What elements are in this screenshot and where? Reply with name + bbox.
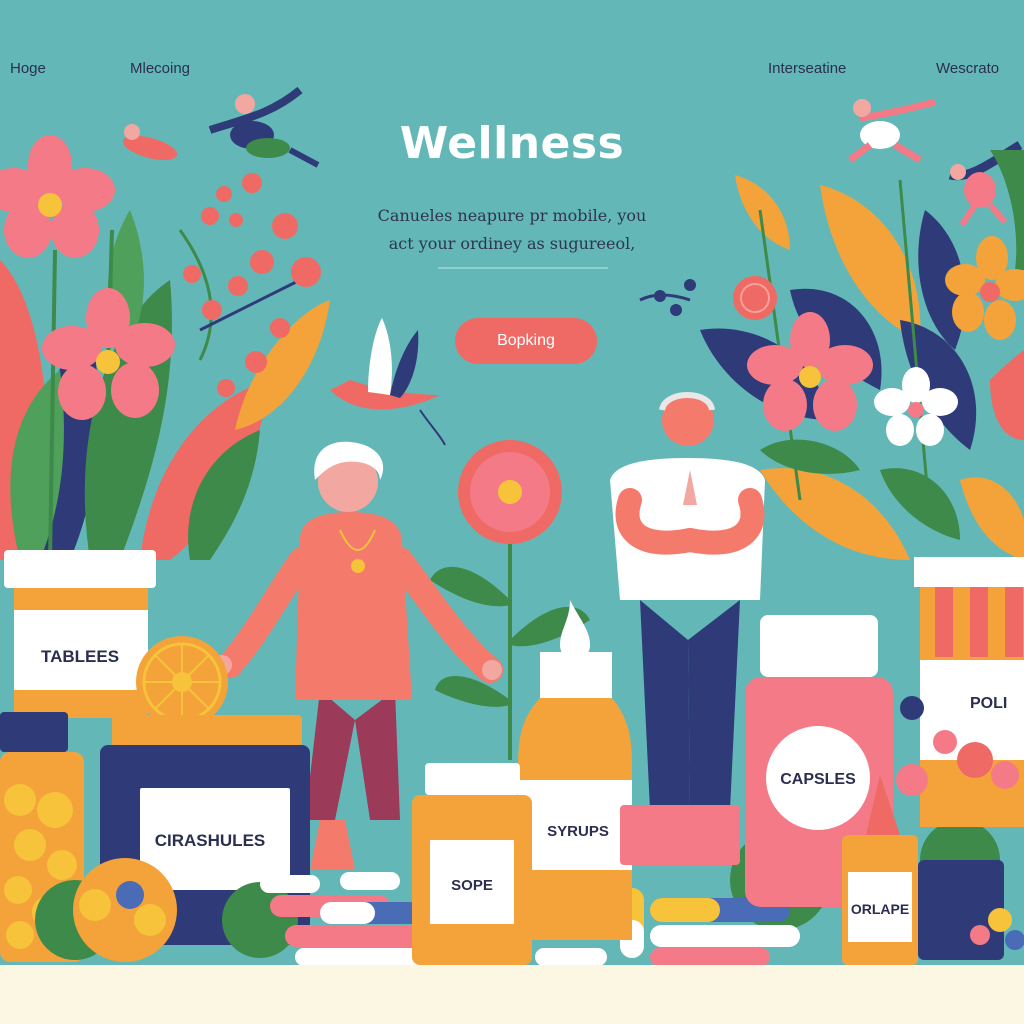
page-title: Wellness (399, 118, 625, 169)
syrup-bottle (518, 600, 632, 940)
orange-flower-right (945, 236, 1024, 340)
bird (330, 318, 446, 446)
tagline-line-2: act your ordiney as sugureeol, (388, 234, 636, 253)
soap-bottle (412, 763, 532, 965)
nav-item-interactive[interactable]: Interseatine (768, 60, 846, 77)
nav-item-wescrato[interactable]: Wescrato (936, 60, 999, 77)
hero-tagline: Canueles neapure pr mobile, you act your… (320, 202, 704, 258)
tagline-line-1: Canueles neapure pr mobile, you (377, 206, 647, 225)
hero-divider (438, 267, 608, 269)
supplement-ball (73, 858, 177, 962)
booking-button[interactable]: Bopking (455, 318, 597, 364)
nav-item-home[interactable]: Hoge (10, 60, 46, 77)
floor-strip (0, 965, 1024, 1024)
nav-item-meeting[interactable]: Mlecoing (130, 60, 190, 77)
orange-slice (136, 636, 228, 728)
wellness-landing-page: Hoge Mlecoing Interseatine Wescrato Well… (0, 0, 1024, 1024)
coral-flower-right (733, 276, 777, 320)
older-man-figure (610, 392, 765, 810)
tablets-bottle (4, 550, 156, 718)
